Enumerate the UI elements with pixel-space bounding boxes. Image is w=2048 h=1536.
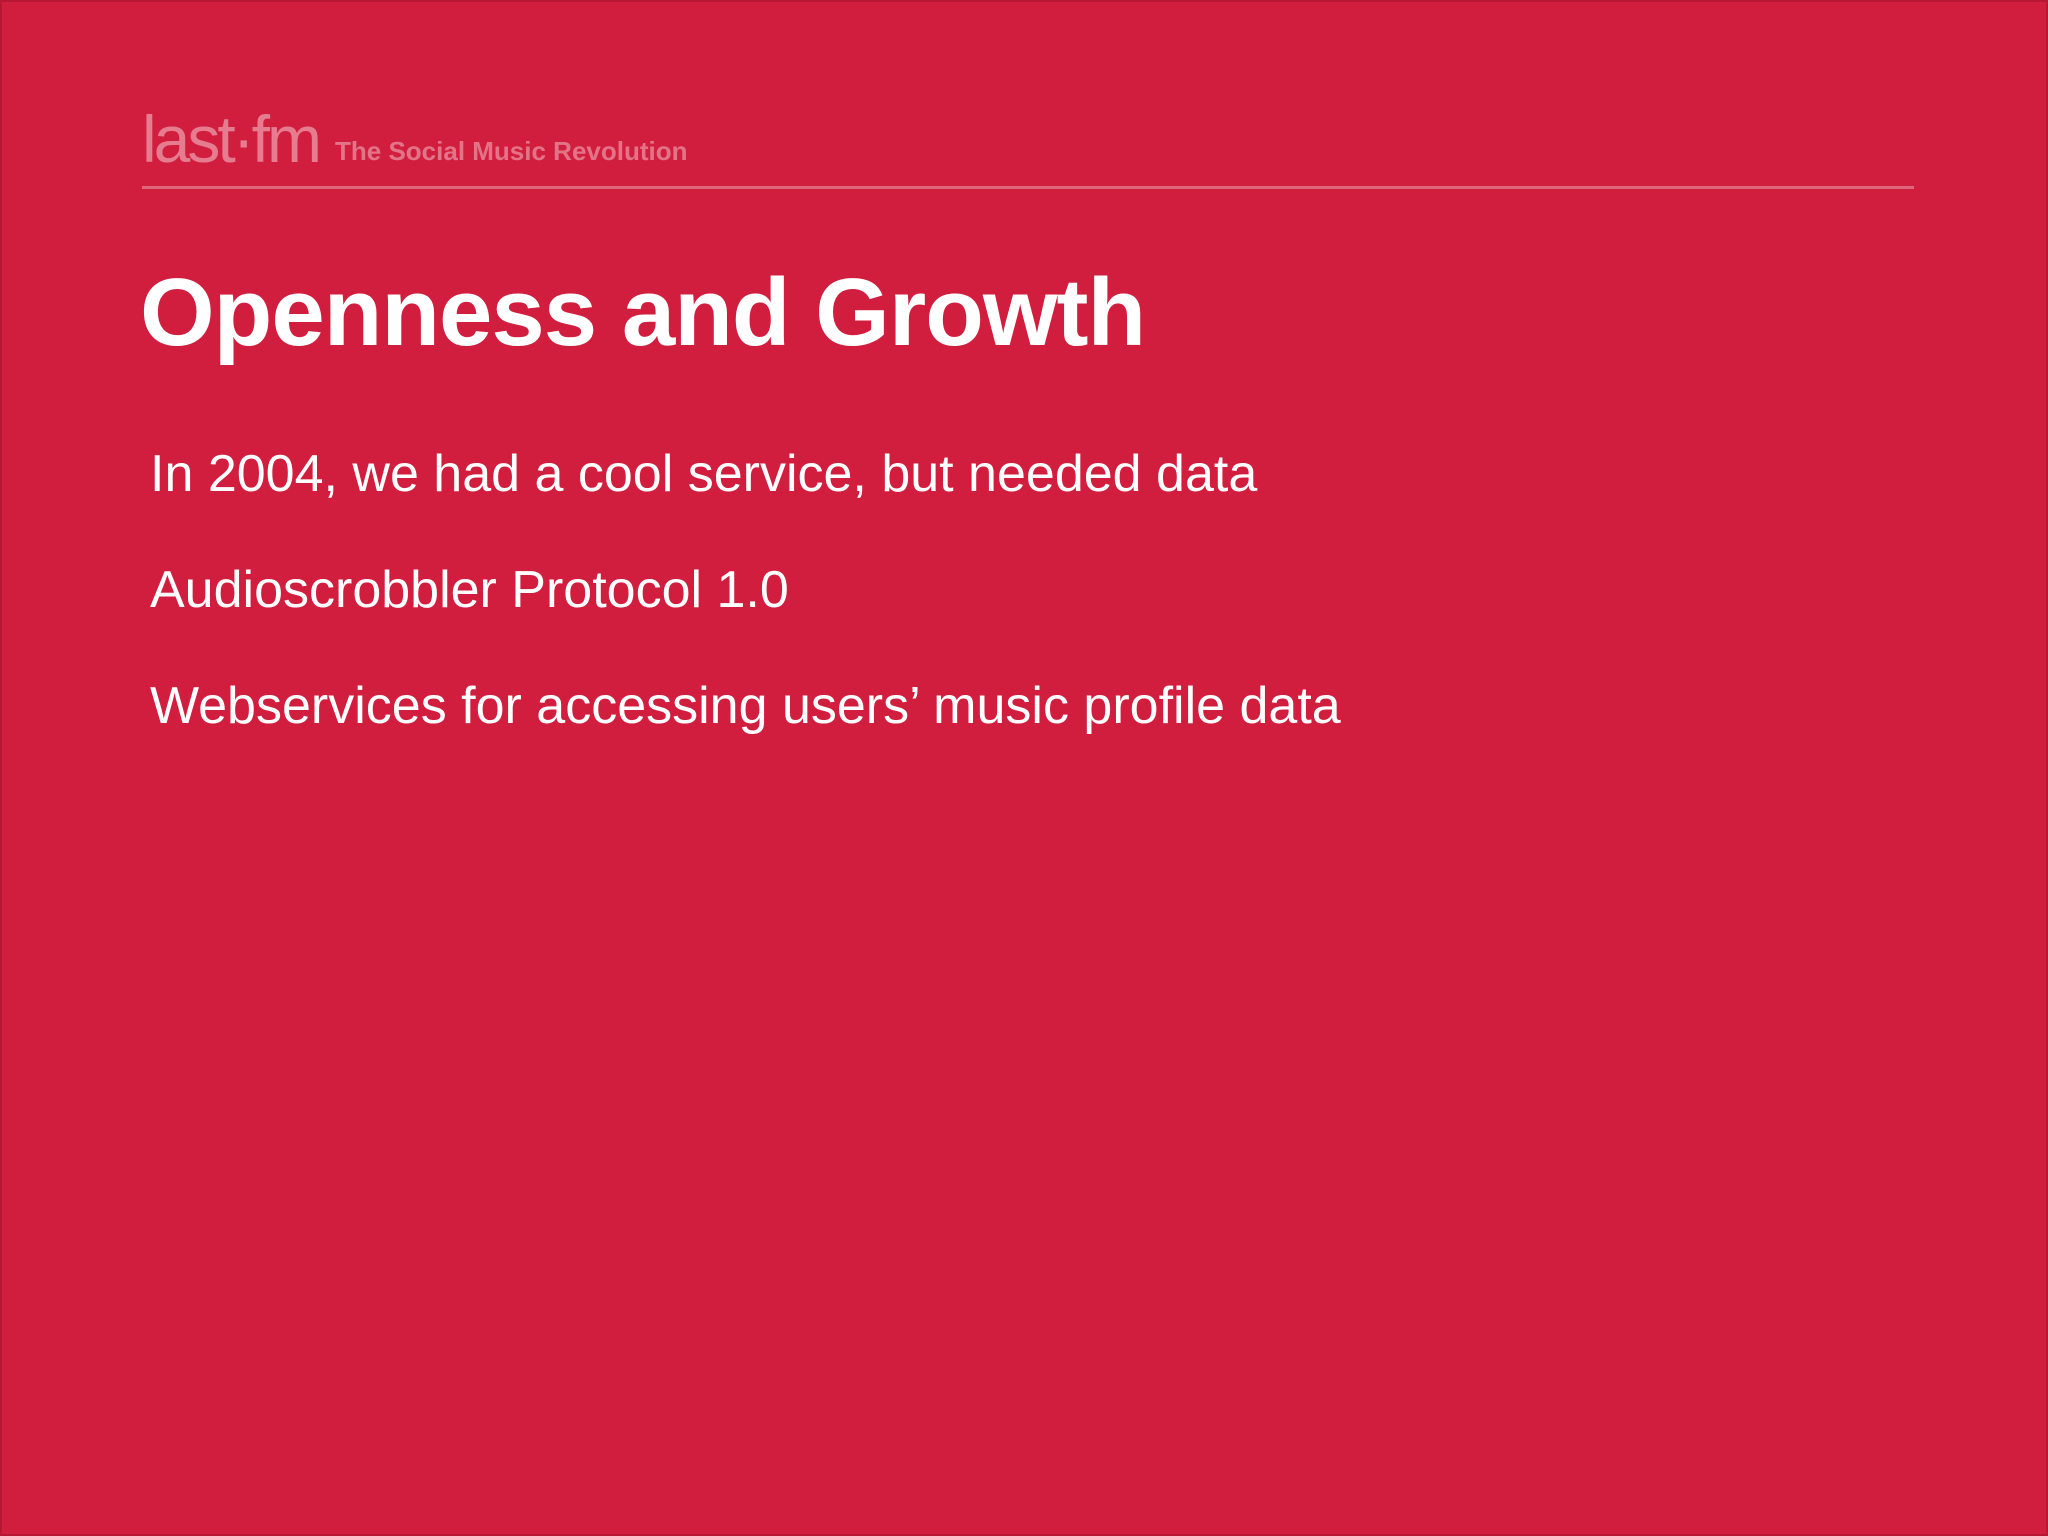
header-divider: [142, 186, 1914, 189]
slide-header: last·fm The Social Music Revolution: [142, 102, 1914, 189]
slide: last·fm The Social Music Revolution Open…: [0, 0, 2048, 1536]
bullet-list: In 2004, we had a cool service, but need…: [150, 442, 1341, 790]
slide-title: Openness and Growth: [140, 259, 1146, 366]
bullet-item: Audioscrobbler Protocol 1.0: [150, 561, 789, 619]
brand: last·fm The Social Music Revolution: [142, 102, 688, 172]
bullet-item: In 2004, we had a cool service, but need…: [150, 445, 1258, 503]
tagline: The Social Music Revolution: [335, 136, 688, 166]
bullet-item: Webservices for accessing users’ music p…: [150, 677, 1341, 735]
lastfm-logo: last·fm: [142, 102, 322, 176]
